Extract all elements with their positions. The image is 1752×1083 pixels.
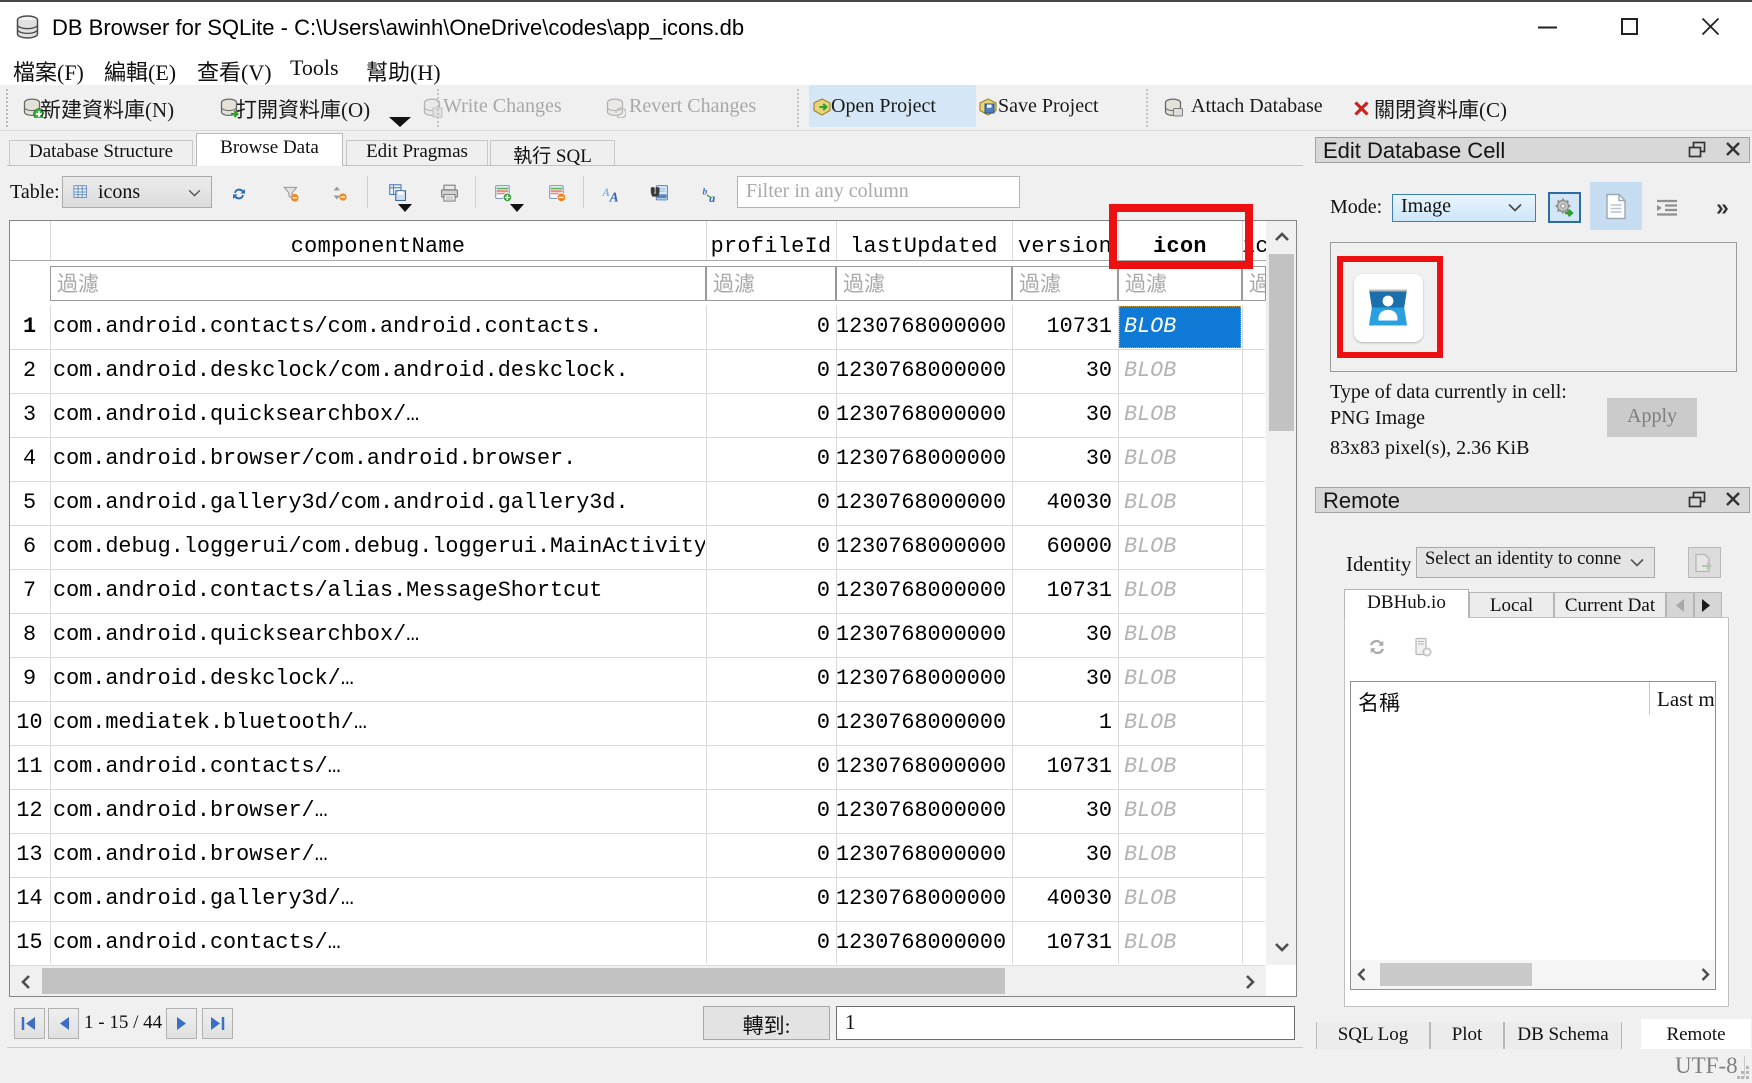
svg-text:A: A: [602, 187, 610, 199]
svg-text:A: A: [609, 190, 619, 204]
